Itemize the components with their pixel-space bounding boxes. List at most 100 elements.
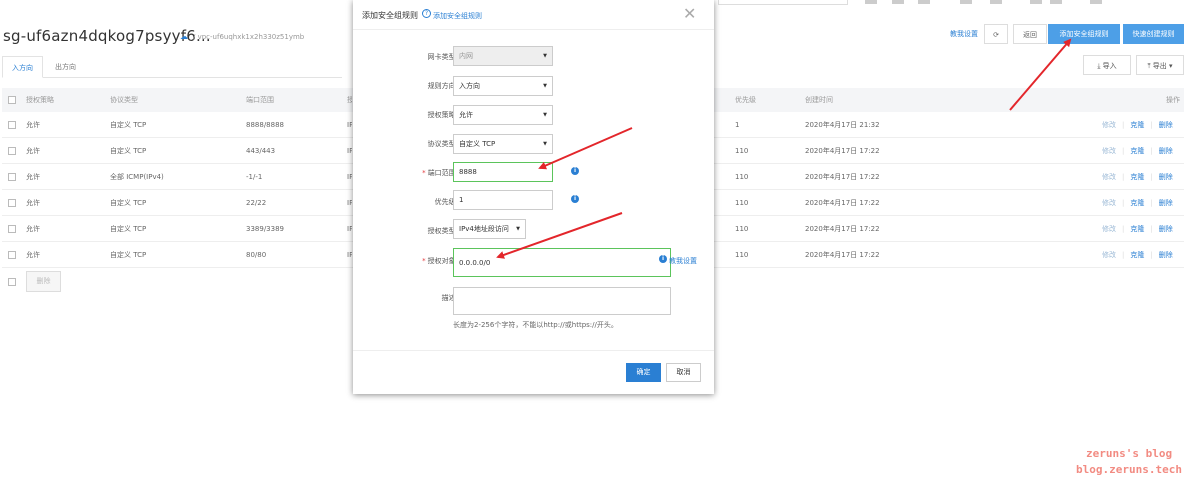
auth-type-label: 授权类型: [427, 227, 458, 235]
top-icon[interactable] [918, 0, 930, 4]
back-button[interactable]: 返回 [1013, 24, 1047, 44]
separator: | [1122, 120, 1125, 129]
policy-select[interactable]: 允许 ▼ [453, 105, 553, 125]
protocol-cell: 自定义 TCP [110, 120, 147, 129]
separator: | [1122, 250, 1125, 259]
priority-input[interactable]: 1 [453, 190, 553, 210]
chevron-down-icon: ▼ [543, 141, 547, 147]
row-checkbox-cell [8, 242, 16, 267]
clone-link[interactable]: 克隆 [1130, 198, 1144, 208]
import-button[interactable]: ⤓ 导入 [1083, 55, 1131, 75]
chevron-down-icon: ▼ [543, 53, 547, 59]
top-icon[interactable] [892, 0, 904, 4]
created-cell: 2020年4月17日 17:22 [805, 172, 880, 181]
clone-link[interactable]: 克隆 [1130, 224, 1144, 234]
export-button[interactable]: ⤒ 导出 ▾ [1136, 55, 1184, 75]
top-icon[interactable] [1030, 0, 1042, 4]
select-all-checkbox[interactable] [8, 96, 16, 104]
row-checkbox[interactable] [8, 120, 16, 129]
policy-cell: 允许 [26, 120, 40, 129]
row-checkbox[interactable] [8, 172, 16, 181]
row-checkbox-cell [8, 112, 16, 137]
refresh-button[interactable]: ⟳ [984, 24, 1008, 44]
tab-outbound[interactable]: 出方向 [46, 56, 85, 78]
header-ops: 操作 [1166, 96, 1180, 104]
quick-create-button[interactable]: 快速创建规则 [1123, 24, 1184, 44]
row-actions: 修改 | 克隆 | 删除 [1102, 164, 1173, 189]
protocol-select[interactable]: 自定义 TCP ▼ [453, 134, 553, 154]
help-link[interactable]: 添加安全组规则 [433, 11, 482, 21]
clone-link[interactable]: 克隆 [1130, 172, 1144, 182]
add-rule-button[interactable]: 添加安全组规则 [1048, 24, 1120, 44]
row-checkbox[interactable] [8, 224, 16, 233]
cancel-button[interactable]: 取消 [666, 363, 701, 382]
auth-type-select[interactable]: IPv4地址段访问 ▼ [453, 219, 526, 239]
vpc-link[interactable]: / vpc-uf6uqhxk1x2h330z51ymb [193, 33, 304, 41]
delete-link[interactable]: 删除 [1159, 224, 1173, 234]
bulk-delete-button[interactable]: 删除 [26, 271, 61, 292]
protocol-cell: 自定义 TCP [110, 250, 147, 259]
tutorial-link[interactable]: 教我设置 [946, 24, 982, 44]
priority-cell: 110 [735, 224, 749, 233]
row-checkbox[interactable] [8, 146, 16, 155]
top-icon[interactable] [1050, 0, 1062, 4]
clone-link[interactable]: 克隆 [1130, 250, 1144, 260]
top-icon[interactable] [960, 0, 972, 4]
separator: | [1122, 146, 1125, 155]
separator: | [1150, 198, 1153, 207]
delete-link[interactable]: 删除 [1159, 250, 1173, 260]
delete-link[interactable]: 删除 [1159, 172, 1173, 182]
help-icon[interactable]: ? [422, 9, 431, 18]
row-actions: 修改 | 克隆 | 删除 [1102, 190, 1173, 215]
upload-icon: ⤒ [1147, 62, 1151, 70]
edit-link[interactable]: 修改 [1102, 146, 1116, 156]
info-icon[interactable]: i [571, 195, 579, 203]
separator: | [1150, 172, 1153, 181]
chevron-down-icon: ▼ [543, 112, 547, 118]
direction-select[interactable]: 入方向 ▼ [453, 76, 553, 96]
close-icon[interactable]: ✕ [683, 4, 696, 24]
policy-value: 允许 [459, 111, 473, 119]
edit-link[interactable]: 修改 [1102, 120, 1116, 130]
edit-link[interactable]: 修改 [1102, 224, 1116, 234]
top-icon[interactable] [1090, 0, 1102, 4]
top-icon[interactable] [865, 0, 877, 4]
edit-link[interactable]: 修改 [1102, 250, 1116, 260]
bulk-select-checkbox[interactable] [8, 278, 16, 286]
priority-cell: 110 [735, 198, 749, 207]
row-actions: 修改 | 克隆 | 删除 [1102, 112, 1173, 137]
edit-link[interactable]: 修改 [1102, 172, 1116, 182]
watermark-line2: blog.zeruns.tech [1076, 463, 1182, 476]
chevron-down-icon: ▾ [1169, 62, 1173, 70]
description-textarea[interactable] [453, 287, 671, 315]
port-cell: 8888/8888 [246, 120, 284, 129]
protocol-cell: 自定义 TCP [110, 146, 147, 155]
policy-label: 授权策略: [427, 111, 458, 119]
delete-link[interactable]: 删除 [1159, 198, 1173, 208]
tab-inbound[interactable]: 入方向 [2, 56, 43, 78]
row-actions: 修改 | 克隆 | 删除 [1102, 138, 1173, 163]
row-checkbox[interactable] [8, 198, 16, 207]
info-icon[interactable]: i [659, 255, 667, 263]
protocol-label: 协议类型: [427, 140, 458, 148]
tutorial-link[interactable]: 教我设置 [669, 256, 697, 266]
port-input[interactable]: 8888 [453, 162, 553, 182]
row-checkbox[interactable] [8, 250, 16, 259]
clone-link[interactable]: 克隆 [1130, 120, 1144, 130]
delete-link[interactable]: 删除 [1159, 146, 1173, 156]
header-port: 端口范围 [246, 96, 274, 104]
port-cell: 3389/3389 [246, 224, 284, 233]
info-icon[interactable]: i [571, 167, 579, 175]
auth-type-cell: IP [347, 172, 352, 181]
edit-link[interactable]: 修改 [1102, 198, 1116, 208]
separator: | [1122, 224, 1125, 233]
priority-cell: 110 [735, 250, 749, 259]
clone-link[interactable]: 克隆 [1130, 146, 1144, 156]
policy-cell: 允许 [26, 146, 40, 155]
top-search-box[interactable] [718, 0, 848, 5]
confirm-button[interactable]: 确定 [626, 363, 661, 382]
auth-object-input[interactable]: 0.0.0.0/0 [453, 248, 671, 277]
delete-link[interactable]: 删除 [1159, 120, 1173, 130]
separator: | [1122, 198, 1125, 207]
top-icon[interactable] [990, 0, 1002, 4]
